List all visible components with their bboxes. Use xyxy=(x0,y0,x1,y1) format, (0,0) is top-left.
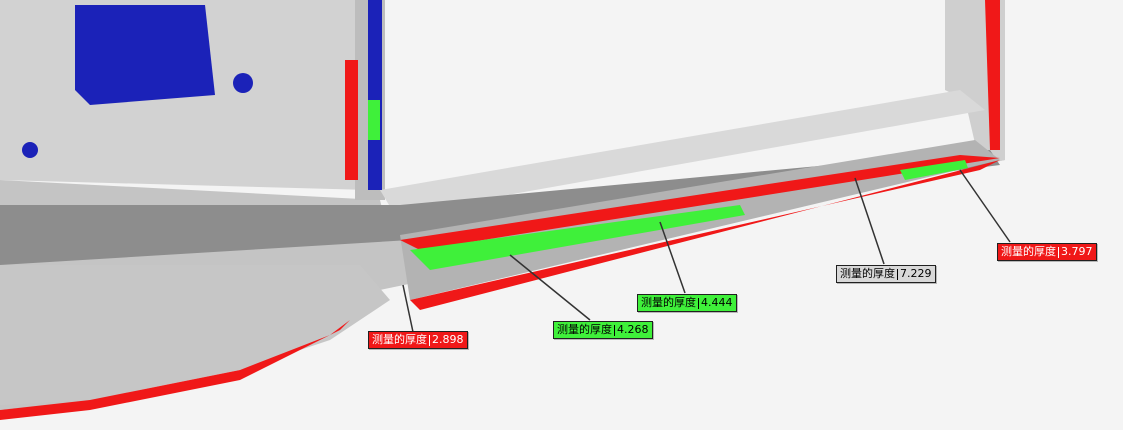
callout-value: 3.797 xyxy=(1061,245,1093,258)
green-region-pillar xyxy=(368,100,380,140)
red-region-pillar xyxy=(345,60,358,180)
callout-label: 测量的厚度 xyxy=(1001,245,1056,258)
blue-cavity-hole xyxy=(233,73,253,93)
leader-3797 xyxy=(959,169,1011,243)
callout-separator xyxy=(614,324,615,336)
car-door-inner-panel-model[interactable] xyxy=(0,0,1123,430)
callout-value: 4.444 xyxy=(701,296,733,309)
callout-value: 4.268 xyxy=(617,323,649,336)
callout-separator xyxy=(698,297,699,309)
blue-cavity-large xyxy=(75,5,215,105)
thickness-callout-7229[interactable]: 测量的厚度 7.229 xyxy=(836,265,936,283)
callout-label: 测量的厚度 xyxy=(372,333,427,346)
callout-label: 测量的厚度 xyxy=(557,323,612,336)
thickness-callout-4268[interactable]: 测量的厚度 4.268 xyxy=(553,321,653,339)
thickness-callout-2898[interactable]: 测量的厚度 2.898 xyxy=(368,331,468,349)
blue-cavity-strip xyxy=(368,0,382,190)
callout-value: 2.898 xyxy=(432,333,464,346)
callout-label: 测量的厚度 xyxy=(641,296,696,309)
callout-label: 测量的厚度 xyxy=(840,267,895,280)
callout-separator xyxy=(897,268,898,280)
callout-value: 7.229 xyxy=(900,267,932,280)
thickness-callout-4444[interactable]: 测量的厚度 4.444 xyxy=(637,294,737,312)
callout-separator xyxy=(1058,246,1059,258)
thickness-analysis-viewport[interactable]: 测量的厚度 2.898 测量的厚度 4.268 测量的厚度 4.444 测量的厚度 7.… xyxy=(0,0,1123,430)
callout-separator xyxy=(429,334,430,346)
blue-cavity-small xyxy=(22,142,38,158)
thickness-callout-3797[interactable]: 测量的厚度 3.797 xyxy=(997,243,1097,261)
